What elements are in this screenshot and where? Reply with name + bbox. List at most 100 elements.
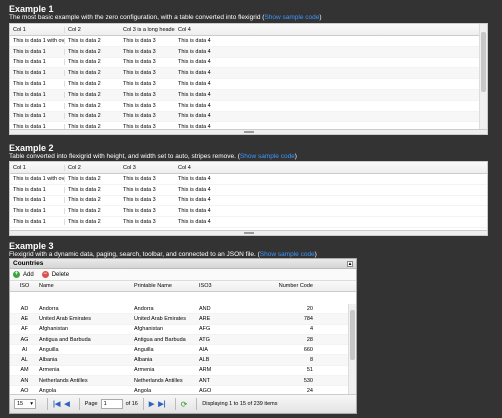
countries-vertical-scrollbar[interactable] [348,304,356,394]
table-row[interactable]: This is data 1This is data 2 This is data… [10,89,487,101]
column-header[interactable]: Col 3 is a long header [120,27,175,33]
table-row[interactable]: This is data 1 with overflowThis is data… [10,174,487,185]
table-cell: Albania [134,357,153,364]
table-cell: Netherlands Antilles [134,377,183,384]
table-cell: AN [20,377,29,384]
table-cell: This is data 2 [68,37,101,44]
example2-header-row: Col 1 Col 2 Col 3 Col 4 [10,162,487,174]
table-cell: ARM [199,367,212,374]
countries-rows: AD Andorra Andorra AND 20 AE United Arab Emira… [10,304,356,394]
table-row[interactable]: This is data 1This is data 2 This is data… [10,79,487,90]
table-cell: This is data 4 [178,186,211,193]
column-header[interactable]: Number Code [256,283,316,289]
last-page-icon[interactable]: ▶| [158,400,165,408]
table-row[interactable]: AF Afghanistan Afghanistan AFG 4 [10,325,356,335]
table-cell: AND [199,305,211,312]
table-cell: This is data 2 [68,175,101,182]
prev-page-icon[interactable]: ◀ [64,400,69,408]
example1-rows: This is data 1 with overflowThis is data… [10,36,487,134]
table-row[interactable]: AN Netherlands Antilles Netherlands Antill… [10,376,356,387]
table-cell: This is data 3 [123,81,156,88]
grip-icon [243,131,254,133]
table-row[interactable]: This is data 1This is data 2 This is data… [10,196,487,207]
table-row[interactable]: AG Antigua and Barbuda Antigua and Barbuda… [10,334,356,346]
example2-description: Table converted into flexigrid with heig… [9,153,297,160]
table-cell: This is data 3 [123,48,156,55]
example1-resize-handle[interactable] [10,129,487,134]
table-row[interactable]: AM Armenia Armenia ARM 51 [10,366,356,377]
column-header[interactable]: ISO [10,283,36,289]
column-header[interactable]: Col 3 [120,165,175,171]
table-row[interactable]: AO Angola Angola AGO 24 [10,386,356,394]
table-cell: 784 [303,315,313,322]
table-cell: This is data 3 [123,175,156,182]
collapse-toggle-icon[interactable]: ▴ [347,261,353,267]
column-header[interactable]: Col 1 [10,26,65,33]
column-header[interactable]: Col 4 [175,165,235,171]
table-row[interactable]: AI Anguilla Anguilla AIA 660 [10,345,356,356]
table-cell: Anguilla [134,346,154,353]
example1-description: The most basic example with the zero con… [9,14,322,21]
table-cell: 660 [303,346,313,353]
example3-title: Example 3 [9,241,54,251]
table-row[interactable]: AL Albania Albania ALB 8 [10,355,356,366]
example2-show-code-link[interactable]: Show sample code [240,153,295,160]
example1-desc-text: The most basic example with the zero con… [9,14,265,21]
scroll-thumb[interactable] [481,32,486,92]
pager-divider [78,398,80,410]
table-cell: This is data 1 with overflow [10,175,65,182]
table-cell: This is data 1 [10,59,65,66]
page-number-input[interactable]: 1 [100,399,123,409]
example3-show-code-link[interactable]: Show sample code [260,251,315,258]
table-cell: This is data 2 [68,59,101,66]
example2-resize-handle[interactable] [10,230,487,235]
table-cell: 20 [306,305,313,312]
table-cell: This is data 4 [178,81,211,88]
pager-bar: 15 ▾ |◀ ◀ Page 1 of 16 ▶ ▶| ⟳ Displaying… [10,394,356,413]
refresh-icon[interactable]: ⟳ [181,400,188,409]
table-cell: United Arab Emirates [134,315,186,322]
column-header[interactable]: Col 4 [175,27,235,33]
table-row[interactable]: This is data 1This is data 2 This is data… [10,217,487,228]
table-row[interactable]: This is data 1This is data 2 This is data… [10,68,487,80]
example1-show-code-link[interactable]: Show sample code [264,14,319,21]
table-cell: AD [20,305,29,312]
column-header[interactable]: Printable Name [131,283,196,289]
table-row[interactable]: This is data 1This is data 2 This is data… [10,46,487,58]
column-header[interactable]: Name [36,283,131,289]
example1-vertical-scrollbar[interactable] [479,24,487,129]
column-header[interactable]: Col 2 [65,27,120,33]
next-page-icon[interactable]: ▶ [149,400,154,408]
table-row[interactable]: AE United Arab Emirates United Arab Emirat… [10,314,356,325]
table-row[interactable]: This is data 1This is data 2 This is data… [10,58,487,69]
scroll-thumb[interactable] [350,310,355,360]
column-header[interactable]: ISO3 [196,283,256,289]
table-cell: This is data 1 [10,48,65,55]
table-cell: This is data 2 [68,70,101,77]
table-row[interactable]: AD Andorra Andorra AND 20 [10,304,356,315]
table-cell: ALB [199,357,210,364]
pager-divider [142,398,144,410]
table-cell: This is data 4 [178,91,211,98]
add-button[interactable]: + Add [13,271,34,278]
table-row[interactable]: This is data 1This is data 2 This is data… [10,185,487,196]
table-cell: AFG [199,326,211,333]
example2-rows: This is data 1 with overflowThis is data… [10,174,487,235]
table-cell: AE [20,315,29,322]
column-header[interactable]: Col 1 [10,164,65,171]
example3-description: Flexigrid with a dynamic data, paging, s… [9,251,317,258]
first-page-icon[interactable]: |◀ [53,400,60,408]
delete-button[interactable]: − Delete [41,271,69,278]
table-cell: This is data 4 [178,70,211,77]
example1-desc-end: ) [319,14,322,21]
table-cell: AM [20,367,29,374]
table-row[interactable]: This is data 1This is data 2 This is data… [10,101,487,112]
rows-per-page-select[interactable]: 15 ▾ [14,399,36,409]
table-cell: This is data 3 [123,208,156,215]
column-header[interactable]: Col 2 [65,165,120,171]
table-row[interactable]: This is data 1This is data 2 This is data… [10,206,487,218]
table-row[interactable]: This is data 1 with overflowThis is data… [10,36,487,47]
example1-title: Example 1 [9,4,54,14]
table-cell: This is data 3 [123,102,156,109]
table-row[interactable]: This is data 1This is data 2 This is data… [10,111,487,123]
